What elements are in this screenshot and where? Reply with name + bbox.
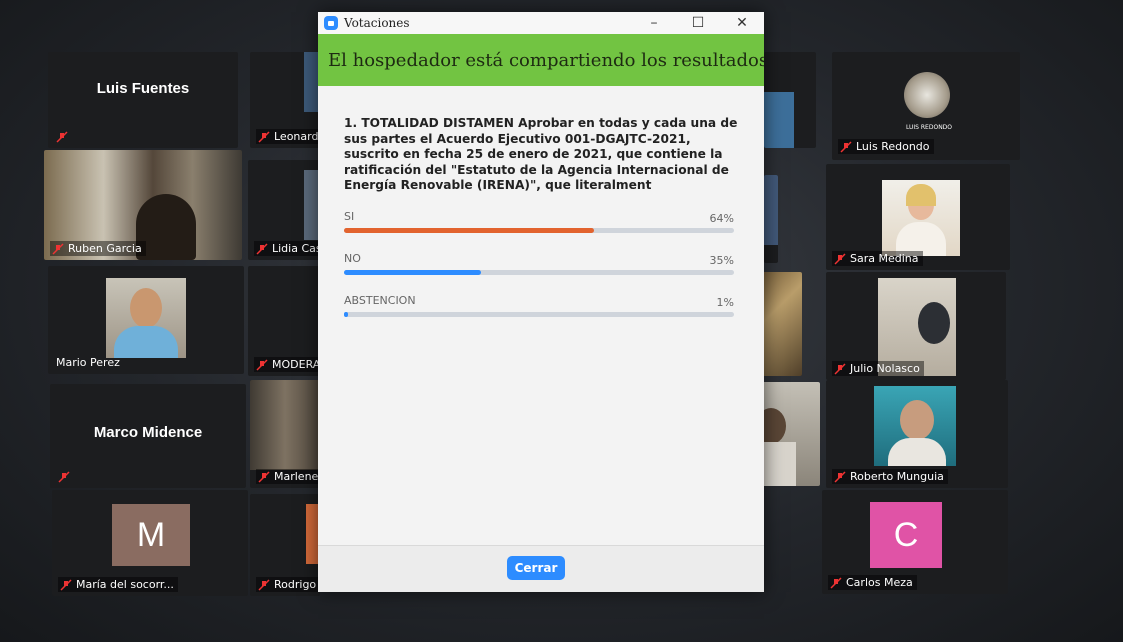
- participant-name: Luis Redondo: [856, 140, 930, 153]
- poll-options: SI 64% NO 35% ABSTENCION 1%: [318, 210, 764, 336]
- maximize-icon[interactable]: ☐: [676, 15, 720, 31]
- mic-muted-icon: [58, 471, 70, 483]
- tile-marlene[interactable]: Marlene: [250, 380, 320, 488]
- mic-muted-icon: [834, 252, 846, 265]
- mic-muted-icon: [840, 140, 852, 153]
- participant-name: María del socorr...: [76, 578, 174, 591]
- poll-footer: Cerrar: [318, 545, 764, 592]
- poll-option-percent: 64%: [709, 211, 734, 225]
- window-controls: – ☐ ✕: [632, 15, 764, 31]
- poll-result-bar-track: [344, 269, 734, 275]
- participant-label: Leonard: [256, 129, 320, 144]
- tile-sara-medina[interactable]: Sara Medina: [826, 164, 1010, 270]
- tile-leonard[interactable]: Leonard: [250, 52, 320, 148]
- close-button[interactable]: Cerrar: [507, 556, 565, 580]
- participant-name-big: Marco Midence: [93, 424, 203, 441]
- avatar: M: [112, 504, 190, 566]
- mic-muted-icon: [256, 242, 268, 255]
- close-icon[interactable]: ✕: [720, 15, 764, 31]
- tile-ruben-garcia[interactable]: Ruben Garcia: [44, 150, 242, 260]
- participant-label: Lidia Cas: [254, 241, 320, 256]
- tile-rodrigo[interactable]: Rodrigo: [250, 494, 320, 596]
- zoom-logo-icon: [324, 16, 338, 30]
- mic-muted-icon: [834, 362, 846, 375]
- tile-marco-midence[interactable]: Marco Midence: [50, 384, 246, 488]
- poll-content: 1. TOTALIDAD DISTAMEN Aprobar en todas y…: [318, 86, 764, 546]
- tile-modera[interactable]: MODERA: [248, 266, 320, 376]
- mic-muted-icon: [258, 130, 270, 143]
- mic-muted-icon: [60, 578, 72, 591]
- poll-option-label: NO: [344, 251, 361, 265]
- window-titlebar[interactable]: Votaciones – ☐ ✕: [318, 12, 764, 34]
- participant-label: Ruben Garcia: [50, 241, 146, 256]
- participant-label: Roberto Munguia: [832, 469, 948, 484]
- poll-option-percent: 35%: [709, 253, 734, 267]
- participant-name: Carlos Meza: [846, 576, 913, 589]
- poll-result-bar-fill: [344, 269, 481, 275]
- mic-muted-icon: [56, 131, 68, 143]
- logo-caption: LUIS REDONDO: [905, 124, 953, 131]
- participant-label: Sara Medina: [832, 251, 923, 266]
- avatar: C: [870, 502, 942, 568]
- poll-option-percent: 1%: [716, 295, 734, 309]
- muted-indicator: [56, 470, 74, 484]
- participant-name: MODERA: [272, 358, 320, 371]
- tile-right-partial-2[interactable]: [764, 175, 778, 263]
- minimize-icon[interactable]: –: [632, 15, 676, 31]
- participant-label: Julio Nolasco: [832, 361, 924, 376]
- window-title: Votaciones: [344, 16, 410, 30]
- participant-label: Carlos Meza: [828, 575, 917, 590]
- participant-label: MODERA: [254, 357, 320, 372]
- participant-name: Rodrigo: [274, 578, 317, 591]
- poll-result-bar-fill: [344, 227, 594, 233]
- mic-muted-icon: [256, 358, 268, 371]
- poll-results-window: Votaciones – ☐ ✕ El hospedador está comp…: [318, 12, 764, 592]
- tile-luis-fuentes[interactable]: Luis Fuentes: [48, 52, 238, 148]
- participant-name-big: Luis Fuentes: [96, 80, 190, 97]
- tile-maria-del-socorro[interactable]: M María del socorr...: [52, 490, 248, 596]
- tile-carlos-meza[interactable]: C Carlos Meza: [822, 490, 1008, 594]
- participant-name: Leonard: [274, 130, 319, 143]
- poll-option-si: SI 64%: [344, 210, 734, 252]
- muted-indicator: [54, 130, 72, 144]
- mic-muted-icon: [834, 470, 846, 483]
- poll-result-bar-track: [344, 311, 734, 317]
- mic-muted-icon: [52, 242, 64, 255]
- poll-question: 1. TOTALIDAD DISTAMEN Aprobar en todas y…: [344, 116, 738, 192]
- tile-julio-nolasco[interactable]: Julio Nolasco: [826, 272, 1006, 380]
- participant-label: Mario Perez: [54, 355, 124, 370]
- participant-label: Marlene: [256, 469, 320, 484]
- poll-option-no: NO 35%: [344, 252, 734, 294]
- mic-muted-icon: [258, 578, 270, 591]
- poll-option-abstencion: ABSTENCION 1%: [344, 294, 734, 336]
- participant-name: Sara Medina: [850, 252, 919, 265]
- mic-muted-icon: [258, 470, 270, 483]
- participant-name: Julio Nolasco: [850, 362, 920, 375]
- participant-label: María del socorr...: [58, 577, 178, 592]
- poll-result-bar-track: [344, 227, 734, 233]
- poll-option-label: SI: [344, 209, 355, 223]
- participant-label: Luis Redondo: [838, 139, 934, 154]
- participant-name: Marlene: [274, 470, 319, 483]
- participant-name: Roberto Munguia: [850, 470, 944, 483]
- luis-redondo-logo: [904, 72, 950, 118]
- participant-label: Rodrigo: [256, 577, 320, 592]
- tile-roberto-munguia[interactable]: Roberto Munguia: [826, 380, 1008, 488]
- tile-lidia[interactable]: Lidia Cas: [248, 160, 320, 260]
- sharing-banner: El hospedador está compartiendo los resu…: [318, 34, 764, 86]
- participant-name: Ruben Garcia: [68, 242, 142, 255]
- tile-luis-redondo[interactable]: LUIS REDONDO Luis Redondo: [832, 52, 1020, 160]
- participant-name: Lidia Cas: [272, 242, 320, 255]
- mic-muted-icon: [830, 576, 842, 589]
- participant-name: Mario Perez: [56, 356, 120, 369]
- tile-right-partial-1[interactable]: [764, 52, 816, 148]
- poll-result-bar-fill: [344, 311, 348, 317]
- tile-mario-perez[interactable]: Mario Perez: [48, 266, 244, 374]
- poll-option-label: ABSTENCION: [344, 293, 416, 307]
